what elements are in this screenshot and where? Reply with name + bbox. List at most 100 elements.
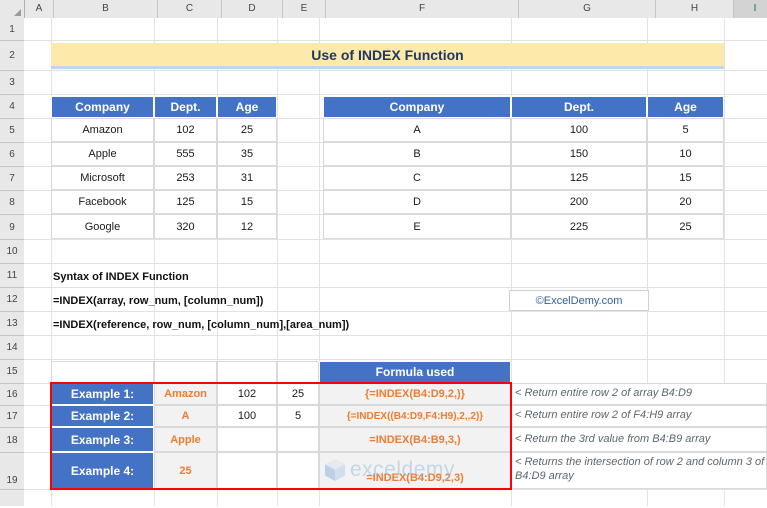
right-table-header-company: Company — [323, 96, 511, 118]
table-row: 320 — [154, 214, 217, 239]
row-header-2[interactable]: 2 — [0, 41, 24, 71]
table-row: 15 — [217, 190, 277, 214]
table-row: D — [323, 190, 511, 214]
column-header-i[interactable]: I — [734, 0, 767, 20]
column-header-e[interactable]: E — [283, 0, 326, 18]
table-row: Google — [51, 214, 154, 239]
table-row: 5 — [647, 118, 724, 142]
example-3-col-c — [217, 427, 277, 452]
column-header-b[interactable]: B — [54, 0, 158, 18]
row-header-18[interactable]: 18 — [0, 428, 24, 453]
row-header-9[interactable]: 9 — [0, 215, 24, 240]
row-header-11[interactable]: 11 — [0, 264, 24, 288]
gridline-row-9 — [24, 239, 767, 240]
row-header-15[interactable]: 15 — [0, 360, 24, 384]
example-3-result: Apple — [154, 427, 217, 452]
table-row: Facebook — [51, 190, 154, 214]
table-row: 35 — [217, 142, 277, 166]
table-row: A — [323, 118, 511, 142]
left-table-header-company: Company — [51, 96, 154, 118]
column-header-strip: A B C D E F G H I — [0, 0, 767, 20]
example-3-formula: =INDEX(B4:B9,3,) — [319, 427, 511, 452]
table-row: 25 — [647, 214, 724, 239]
row-header-12[interactable]: 12 — [0, 288, 24, 312]
row-header-4[interactable]: 4 — [0, 95, 24, 119]
example-2-result: A — [154, 405, 217, 427]
table-row: 20 — [647, 190, 724, 214]
table-row: 125 — [511, 166, 647, 190]
row-header-14[interactable]: 14 — [0, 336, 24, 360]
table-row: 12 — [217, 214, 277, 239]
table-row: 102 — [154, 118, 217, 142]
example-4-formula: =INDEX(B4:D9,2,3) — [319, 452, 511, 489]
row-header-19[interactable]: 19 — [0, 453, 24, 490]
row-header-3[interactable]: 3 — [0, 71, 24, 95]
row-header-10[interactable]: 10 — [0, 240, 24, 264]
gridline-row-1 — [24, 40, 767, 41]
example-2-formula: {=INDEX((B4:D9,F4:H9),2,,2)} — [319, 405, 511, 427]
table-row: Microsoft — [51, 166, 154, 190]
gridline-row-3 — [24, 94, 767, 95]
select-all-corner[interactable] — [0, 0, 25, 18]
table-row: Amazon — [51, 118, 154, 142]
column-header-a[interactable]: A — [25, 0, 54, 18]
examples-blank-c15 — [154, 361, 217, 383]
table-row: 125 — [154, 190, 217, 214]
example-4-note: < Returns the intersection of row 2 and … — [511, 452, 767, 489]
example-2-note: < Return entire row 2 of F4:H9 array — [511, 405, 767, 427]
example-1-label: Example 1: — [51, 383, 154, 405]
table-row: 555 — [154, 142, 217, 166]
row-header-8[interactable]: 8 — [0, 191, 24, 215]
table-row: C — [323, 166, 511, 190]
row-header-5[interactable]: 5 — [0, 119, 24, 143]
example-1-col-c: 102 — [217, 383, 277, 405]
left-table-header-dept: Dept. — [154, 96, 217, 118]
right-table-header-dept: Dept. — [511, 96, 647, 118]
formula-used-header: Formula used — [319, 361, 511, 383]
gridline-row-10 — [24, 263, 767, 264]
row-header-1[interactable]: 1 — [0, 18, 24, 41]
example-3-note: < Return the 3rd value from B4:B9 array — [511, 427, 767, 452]
table-row: 150 — [511, 142, 647, 166]
column-header-f[interactable]: F — [326, 0, 519, 18]
table-row: 15 — [647, 166, 724, 190]
example-2-label: Example 2: — [51, 405, 154, 427]
syntax-line-2: =INDEX(reference, row_num, [column_num],… — [53, 319, 350, 331]
row-header-6[interactable]: 6 — [0, 143, 24, 167]
gridline-row-13 — [24, 335, 767, 336]
table-row: 200 — [511, 190, 647, 214]
table-row: 225 — [511, 214, 647, 239]
example-2-col-d: 5 — [277, 405, 319, 427]
right-table-header-age: Age — [647, 96, 724, 118]
gridline-row-19 — [24, 489, 767, 490]
example-3-col-d — [277, 427, 319, 452]
example-4-result: 25 — [154, 452, 217, 489]
example-2-col-c: 100 — [217, 405, 277, 427]
syntax-heading: Syntax of INDEX Function — [53, 271, 189, 283]
example-4-label: Example 4: — [51, 452, 154, 489]
row-header-16[interactable]: 16 — [0, 384, 24, 406]
example-4-col-d — [277, 452, 319, 489]
row-header-13[interactable]: 13 — [0, 312, 24, 336]
table-row: 31 — [217, 166, 277, 190]
examples-blank-e15 — [277, 361, 319, 383]
example-1-note: < Return entire row 2 of array B4:D9 — [511, 383, 767, 405]
table-row: 10 — [647, 142, 724, 166]
gridline-row-2 — [24, 70, 767, 71]
column-header-d[interactable]: D — [222, 0, 283, 18]
row-header-17[interactable]: 17 — [0, 406, 24, 428]
excel-worksheet: A B C D E F G H I 1 2 3 4 5 6 7 8 9 10 1… — [0, 0, 767, 506]
examples-blank-b15 — [51, 361, 154, 383]
table-row: B — [323, 142, 511, 166]
example-3-label: Example 3: — [51, 427, 154, 452]
example-1-col-d: 25 — [277, 383, 319, 405]
exceldemy-credit-box: ©ExcelDemy.com — [509, 290, 649, 311]
column-header-c[interactable]: C — [158, 0, 222, 18]
column-header-h[interactable]: H — [656, 0, 734, 18]
example-4-col-c — [217, 452, 277, 489]
column-header-g[interactable]: G — [519, 0, 656, 18]
page-title: Use of INDEX Function — [51, 43, 724, 69]
gridline-row-12 — [24, 311, 767, 312]
row-header-7[interactable]: 7 — [0, 167, 24, 191]
example-1-result: Amazon — [154, 383, 217, 405]
